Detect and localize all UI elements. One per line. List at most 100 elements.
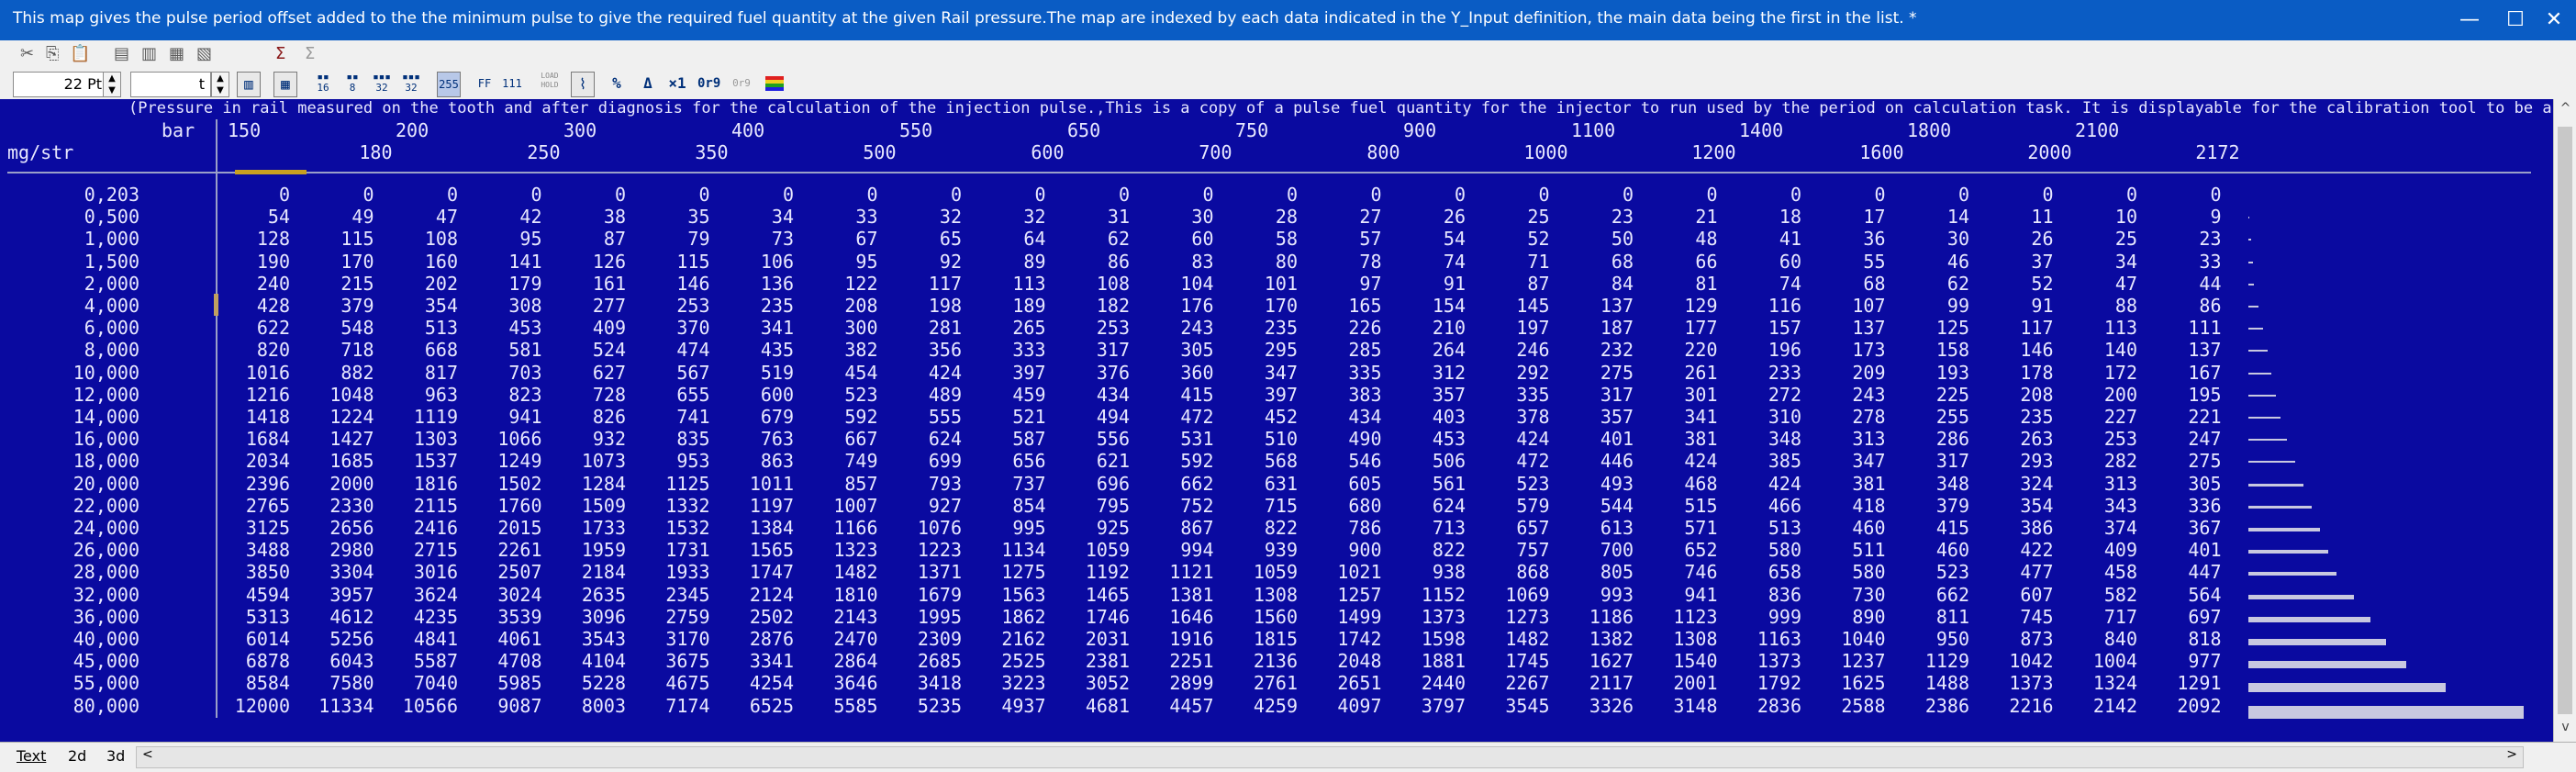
map-cell[interactable]: 1381 — [1141, 584, 1213, 606]
map-cell[interactable]: 460 — [1896, 539, 1969, 561]
map-cell[interactable]: 1186 — [1560, 606, 1634, 628]
map-cell[interactable]: 999 — [1728, 606, 1801, 628]
y-axis-label[interactable]: 20,000 — [37, 473, 139, 495]
y-axis-label[interactable]: 18,000 — [37, 450, 139, 472]
map-cell[interactable]: 57 — [1309, 228, 1381, 250]
map-cell[interactable]: 0 — [1980, 184, 2053, 206]
map-cell[interactable]: 1382 — [1560, 628, 1634, 650]
map-cell[interactable]: 0 — [888, 184, 962, 206]
map-cell[interactable]: 196 — [1728, 339, 1801, 361]
map-cell[interactable]: 115 — [637, 251, 709, 273]
map-cell[interactable]: 2251 — [1141, 650, 1213, 672]
map-cell[interactable]: 34 — [2064, 251, 2137, 273]
map-cell[interactable]: 1308 — [1224, 584, 1298, 606]
map-cell[interactable]: 1679 — [888, 584, 962, 606]
y-axis-label[interactable]: 28,000 — [37, 561, 139, 583]
map-cell[interactable]: 977 — [2148, 650, 2221, 672]
map-cell[interactable]: 55 — [1812, 251, 1885, 273]
y-axis-label[interactable]: 1,500 — [37, 251, 139, 273]
map-cell[interactable]: 30 — [1141, 206, 1213, 228]
tab-text[interactable]: Text — [9, 746, 53, 766]
x-axis-header[interactable]: 1800 — [1907, 119, 1980, 141]
map-cell[interactable]: 1373 — [1392, 606, 1466, 628]
map-cell[interactable]: 170 — [301, 251, 374, 273]
map-cell[interactable]: 0 — [637, 184, 709, 206]
map-cell[interactable]: 341 — [1645, 406, 1717, 428]
map-cell[interactable]: 5313 — [217, 606, 290, 628]
map-cell[interactable]: 1502 — [469, 473, 541, 495]
map-cell[interactable]: 2470 — [805, 628, 877, 650]
map-cell[interactable]: 524 — [552, 339, 626, 361]
map-cell[interactable]: 10566 — [385, 695, 458, 717]
map-cell[interactable]: 993 — [1560, 584, 1634, 606]
map-cell[interactable]: 86 — [2148, 295, 2221, 317]
map-cell[interactable]: 2330 — [301, 495, 374, 517]
map-cell[interactable]: 0 — [1056, 184, 1130, 206]
map-cell[interactable]: 2651 — [1309, 672, 1381, 694]
map-cell[interactable]: 54 — [217, 206, 290, 228]
map-cell[interactable]: 2876 — [720, 628, 794, 650]
map-cell[interactable]: 160 — [385, 251, 458, 273]
map-cell[interactable]: 511 — [1812, 539, 1885, 561]
map-cell[interactable]: 460 — [1812, 517, 1885, 539]
map-cell[interactable]: 1166 — [805, 517, 877, 539]
map-cell[interactable]: 1745 — [1477, 650, 1549, 672]
map-cell[interactable]: 953 — [637, 450, 709, 472]
map-cell[interactable]: 272 — [1728, 384, 1801, 406]
map-cell[interactable]: 656 — [973, 450, 1045, 472]
map-cell[interactable]: 23 — [2148, 228, 2221, 250]
map-cell[interactable]: 347 — [1812, 450, 1885, 472]
map-cell[interactable]: 66 — [1645, 251, 1717, 273]
map-cell[interactable]: 74 — [1392, 251, 1466, 273]
map-cell[interactable]: 18 — [1728, 206, 1801, 228]
grid-view-icon[interactable]: ▦ — [273, 72, 297, 97]
map-cell[interactable]: 9087 — [469, 695, 541, 717]
map-cell[interactable]: 5256 — [301, 628, 374, 650]
map-cell[interactable]: 579 — [1477, 495, 1549, 517]
map-cell[interactable]: 1163 — [1728, 628, 1801, 650]
map-cell[interactable]: 1742 — [1309, 628, 1381, 650]
map-cell[interactable]: 30 — [1896, 228, 1969, 250]
map-cell[interactable]: 1004 — [2064, 650, 2137, 672]
map-cell[interactable]: 868 — [1477, 561, 1549, 583]
map-cell[interactable]: 129 — [1645, 295, 1717, 317]
map-cell[interactable]: 757 — [1477, 539, 1549, 561]
paste-icon[interactable]: 📋 — [70, 44, 90, 63]
map-cell[interactable]: 3545 — [1477, 695, 1549, 717]
map-cell[interactable]: 2142 — [2064, 695, 2137, 717]
map-cell[interactable]: 6878 — [217, 650, 290, 672]
map-cell[interactable]: 811 — [1896, 606, 1969, 628]
map-cell[interactable]: 2899 — [1141, 672, 1213, 694]
y-axis-label[interactable]: 2,000 — [37, 273, 139, 295]
map-cell[interactable]: 2031 — [1056, 628, 1130, 650]
map-cell[interactable]: 253 — [637, 295, 709, 317]
map-cell[interactable]: 2115 — [385, 495, 458, 517]
map-cell[interactable]: 68 — [1560, 251, 1634, 273]
x-axis-header[interactable]: 1200 — [1663, 141, 1735, 163]
map-cell[interactable]: 489 — [888, 384, 962, 406]
map-cell[interactable]: 459 — [973, 384, 1045, 406]
map-cell[interactable]: 0 — [973, 184, 1045, 206]
color-palette-icon[interactable] — [765, 72, 787, 95]
scroll-up-icon[interactable]: ^ — [2554, 101, 2576, 121]
map-cell[interactable]: 28 — [1224, 206, 1298, 228]
map-cell[interactable]: 818 — [2148, 628, 2221, 650]
map-cell[interactable]: 1040 — [1812, 628, 1885, 650]
map-cell[interactable]: 580 — [1728, 539, 1801, 561]
map-cell[interactable]: 1076 — [888, 517, 962, 539]
map-cell[interactable]: 580 — [1812, 561, 1885, 583]
map-cell[interactable]: 4061 — [469, 628, 541, 650]
map-cell[interactable]: 434 — [1309, 406, 1381, 428]
map-cell[interactable]: 713 — [1392, 517, 1466, 539]
multiply-button[interactable]: ×1 — [666, 72, 688, 95]
map-cell[interactable]: 91 — [1392, 273, 1466, 295]
y-axis-label[interactable]: 40,000 — [37, 628, 139, 650]
map-cell[interactable]: 14 — [1896, 206, 1969, 228]
map-cell[interactable]: 5235 — [888, 695, 962, 717]
map-cell[interactable]: 108 — [1056, 273, 1130, 295]
map-cell[interactable]: 1916 — [1141, 628, 1213, 650]
map-cell[interactable]: 26 — [1392, 206, 1466, 228]
map-cell[interactable]: 927 — [888, 495, 962, 517]
map-cell[interactable]: 510 — [1224, 428, 1298, 450]
map-cell[interactable]: 33 — [2148, 251, 2221, 273]
